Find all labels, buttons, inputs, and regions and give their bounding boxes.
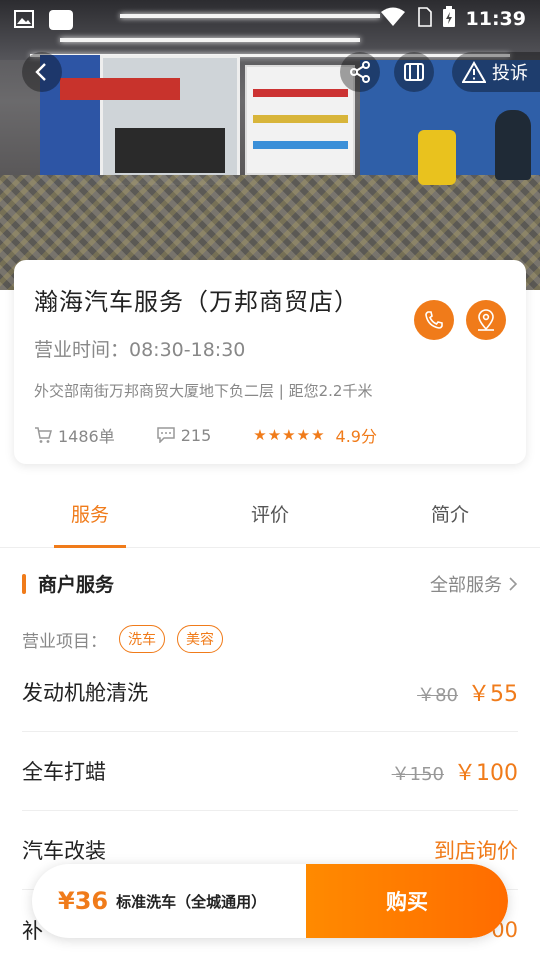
- service-name: 全车打蜡: [22, 760, 106, 784]
- tag-beauty: 美容: [177, 625, 223, 653]
- orders-count: 1486单: [58, 427, 115, 446]
- share-icon: [350, 61, 370, 83]
- service-item[interactable]: 发动机舱清洗 ￥80 ￥55: [22, 653, 518, 732]
- report-button[interactable]: 投诉: [452, 52, 540, 92]
- photo-glass-room: [100, 55, 240, 185]
- section-header: 商户服务 全部服务: [22, 570, 518, 597]
- current-price: ￥100: [454, 761, 518, 786]
- stars-icon: ★★★★★: [253, 426, 326, 444]
- shop-address[interactable]: 外交部南街万邦商贸大厦地下负二层 | 距您2.2千米: [34, 380, 506, 401]
- photo-person: [495, 110, 531, 180]
- all-services-label: 全部服务: [430, 574, 502, 596]
- buy-bar: ¥36 标准洗车（全城通用） 购买: [32, 864, 508, 938]
- shop-info-card: 瀚海汽车服务（万邦商贸店） 营业时间：08:30-18:30 外交部南街万邦商贸…: [14, 260, 526, 464]
- back-button[interactable]: [22, 52, 62, 92]
- tab-services[interactable]: 服务: [0, 480, 180, 548]
- photo-sign: [60, 78, 180, 100]
- no-sim-icon: [416, 6, 432, 32]
- section-title: 商户服务: [38, 574, 115, 596]
- comments-stat: 215: [156, 425, 212, 445]
- business-label: 营业项目：: [22, 631, 107, 652]
- orders-stat: 1486单: [34, 423, 115, 447]
- cart-icon: [35, 427, 52, 443]
- bookmark-icon: [404, 63, 424, 81]
- section-accent-bar: [22, 573, 26, 594]
- service-price: ￥80 ￥55: [417, 676, 518, 708]
- location-pin-icon: [478, 309, 494, 331]
- service-price: ￥150 ￥100: [392, 755, 518, 787]
- service-name: 发动机舱清洗: [22, 681, 148, 705]
- bookmark-button[interactable]: [394, 52, 434, 92]
- status-time: 11:39: [465, 8, 526, 30]
- buy-description: 标准洗车（全城通用）: [116, 892, 267, 911]
- chevron-right-icon: [509, 576, 518, 591]
- wifi-icon: [380, 7, 406, 32]
- shop-stats: 1486单 215 ★★★★★ 4.9分: [34, 423, 506, 447]
- buy-bar-info: ¥36 标准洗车（全城通用）: [32, 864, 306, 938]
- current-price: ￥55: [468, 682, 518, 707]
- rating-score: 4.9分: [335, 427, 377, 446]
- business-items: 营业项目： 洗车 美容: [22, 625, 518, 653]
- chevron-left-icon: [35, 63, 46, 81]
- image-icon: [14, 9, 34, 29]
- status-bar: 11:39: [0, 0, 540, 38]
- service-item[interactable]: 全车打蜡 ￥150 ￥100: [22, 732, 518, 811]
- comment-icon: [156, 427, 175, 443]
- phone-icon: [425, 311, 443, 329]
- tab-intro[interactable]: 简介: [360, 480, 540, 547]
- service-name: 汽车改装: [22, 839, 106, 863]
- photo-vacuum: [418, 130, 456, 185]
- report-label: 投诉: [492, 63, 528, 84]
- battery-charging-icon: [442, 5, 456, 33]
- all-services-link[interactable]: 全部服务: [430, 571, 518, 597]
- comments-count: 215: [180, 425, 212, 445]
- notification-icon: [48, 9, 73, 30]
- photo-shelf: [245, 65, 355, 175]
- buy-price: ¥36: [58, 887, 109, 915]
- warning-icon: [462, 61, 486, 83]
- ask-price-label: 到店询价: [434, 839, 518, 863]
- original-price: ￥80: [417, 685, 458, 706]
- buy-button[interactable]: 购买: [306, 864, 508, 938]
- tab-reviews[interactable]: 评价: [180, 480, 360, 547]
- call-button[interactable]: [414, 300, 454, 340]
- tab-bar: 服务 评价 简介: [0, 480, 540, 548]
- original-price: ￥150: [391, 764, 444, 785]
- photo-light: [60, 38, 360, 42]
- share-button[interactable]: [340, 52, 380, 92]
- shop-photo[interactable]: [0, 0, 540, 290]
- rating: ★★★★★ 4.9分: [253, 423, 377, 447]
- tag-car-wash: 洗车: [119, 625, 165, 653]
- navigate-button[interactable]: [466, 300, 506, 340]
